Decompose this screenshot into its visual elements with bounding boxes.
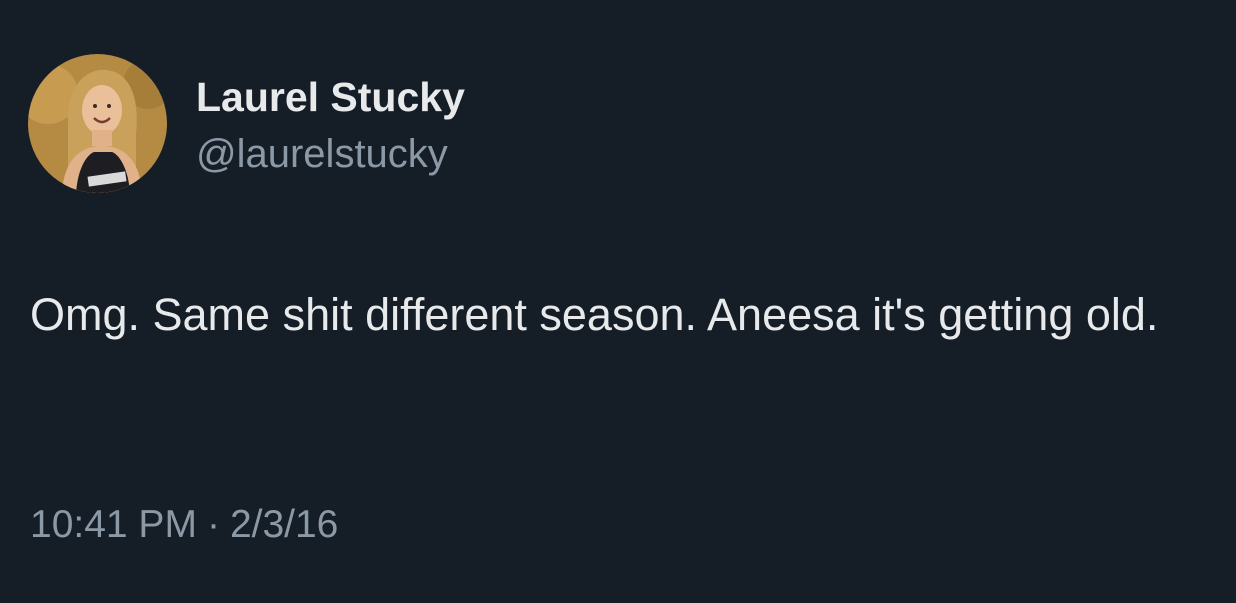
tweet-text: Omg. Same shit different season. Aneesa … [30, 289, 1159, 340]
tweet-card: Laurel Stucky @laurelstucky Omg. Same sh… [0, 0, 1236, 603]
tweet-date[interactable]: 2/3/16 [230, 503, 338, 546]
user-handle[interactable]: @laurelstucky [196, 132, 448, 177]
display-name[interactable]: Laurel Stucky [196, 74, 465, 121]
tweet-time[interactable]: 10:41 PM [30, 503, 197, 546]
tweet-meta: 10:41 PM · 2/3/16 [30, 503, 338, 547]
meta-separator: · [206, 503, 220, 546]
avatar[interactable] [28, 54, 167, 193]
profile-photo-icon [28, 54, 167, 193]
